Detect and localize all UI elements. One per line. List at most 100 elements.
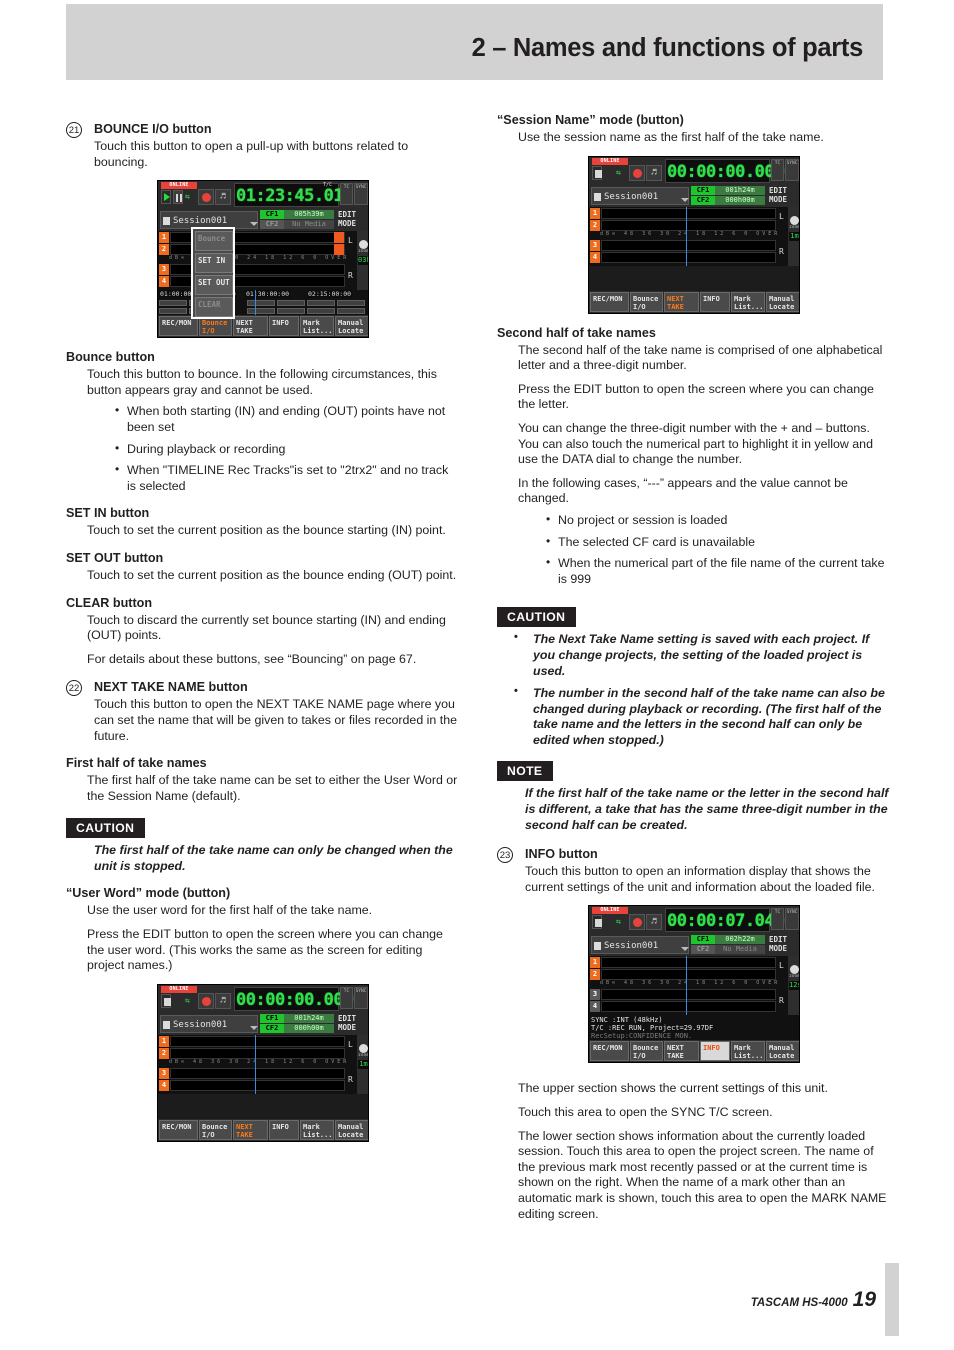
text-bounce-button-body: Touch this button to bounce. In the foll…: [87, 367, 437, 397]
meter-number: 3: [159, 1067, 169, 1079]
cf2-label: CF2: [260, 220, 284, 230]
zoom-control[interactable]: zoom 12s: [788, 956, 799, 1016]
bounce-button[interactable]: Bounce: [195, 231, 233, 252]
list-item: When the numerical part of the file name…: [546, 555, 891, 587]
text-user-word-body2: Press the EDIT button to open the screen…: [87, 927, 443, 973]
fbutton-next-take-name[interactable]: NEXT TAKE NAME: [233, 1119, 268, 1140]
sync-label: SYNC: [786, 910, 798, 916]
heading-set-in-button: SET IN button: [66, 506, 150, 521]
sync-indicator: SYNC: [354, 183, 368, 206]
meter-number: 4: [590, 1001, 600, 1013]
zoom-control[interactable]: zoom 1m: [357, 1034, 368, 1094]
session-name-field[interactable]: Session001: [591, 186, 689, 205]
meter-bar: [601, 1001, 776, 1013]
lcd-meters: 1 2 dB∞ 48 36 30 24 18 12 6 0 OVER 3 4 L…: [589, 956, 799, 1016]
meter-bar: [170, 1035, 345, 1047]
fbutton-next-take-name[interactable]: NEXT TAKE NAME: [233, 316, 268, 337]
info-upper-section[interactable]: SYNC :INT (48kHz) T/C :REC RUN, Project=…: [589, 1015, 799, 1043]
online-indicator: ONLINE: [161, 182, 197, 190]
fbutton-mark-list[interactable]: Mark List...: [300, 316, 334, 337]
meter-bar: [170, 1047, 345, 1059]
overload-indicator: [334, 232, 344, 244]
heading-clear-button: CLEAR button: [66, 595, 153, 610]
chevron-down-icon[interactable]: [681, 197, 689, 202]
online-indicator: ONLINE: [592, 907, 628, 915]
fbutton-info[interactable]: INFO: [700, 1041, 730, 1062]
meter-number: 3: [590, 989, 600, 1001]
meter-number: 2: [159, 1047, 169, 1059]
stop-icon: [592, 165, 602, 180]
loop-icon: ⇆: [185, 995, 190, 1005]
fbutton-info[interactable]: INFO: [700, 291, 730, 312]
meter-row-1: 1: [590, 207, 776, 219]
fbutton-bounce-io[interactable]: Bounce I/O: [199, 1119, 232, 1140]
meter-bar: [601, 989, 776, 1001]
fbutton-bounce-io[interactable]: Bounce I/O: [630, 1041, 663, 1062]
fbutton-next-take-name[interactable]: NEXT TAKE NAME: [664, 291, 699, 312]
monitor-icon: ♬: [646, 914, 662, 931]
cf2-line: CF2 000h00m: [691, 195, 767, 205]
fbutton-rec-mon[interactable]: REC/MON: [590, 1041, 629, 1062]
meter-bar: [601, 251, 776, 263]
time-counter[interactable]: 00:00:00.00:00: [234, 986, 368, 1011]
cf1-value: 001h24m: [715, 185, 765, 195]
meter-row-2: 2: [590, 969, 776, 981]
loop-icon: ⇆: [185, 192, 190, 202]
cf-status-box: CF1 001h24m CF2 000h00m: [691, 185, 767, 206]
fbutton-bounce-io[interactable]: Bounce I/O: [630, 291, 663, 312]
chevron-down-icon[interactable]: [250, 1025, 258, 1030]
chevron-down-icon[interactable]: [250, 222, 258, 227]
time-counter[interactable]: 00:00:00.00:00: [665, 158, 799, 183]
play-icon: [161, 190, 171, 205]
caution-bullet-list: The Next Take Name setting is saved with…: [497, 630, 891, 748]
fbutton-rec-mon[interactable]: REC/MON: [590, 291, 629, 312]
footer: TASCAM HS-4000 19: [751, 1288, 876, 1312]
meter-bar: [170, 1067, 345, 1079]
zoom-value: 1m: [789, 231, 799, 241]
session-name-field[interactable]: Session001: [160, 1014, 258, 1033]
tc-label: TC: [343, 185, 350, 191]
meter-row-2: 2: [159, 244, 345, 256]
fbutton-manual-locate[interactable]: Manual Locate: [335, 1119, 368, 1140]
sync-indicator: SYNC: [354, 986, 368, 1009]
fbutton-info[interactable]: INFO: [269, 1119, 299, 1140]
list-item: When both starting (IN) and ending (OUT)…: [115, 403, 460, 435]
zoom-control[interactable]: zoom 1m: [788, 206, 799, 266]
zoom-value: 03h: [358, 256, 368, 266]
meter-row-2: 2: [590, 219, 776, 231]
record-icon: [198, 189, 214, 206]
chevron-down-icon[interactable]: [681, 947, 689, 952]
fbutton-mark-list[interactable]: Mark List...: [300, 1119, 334, 1140]
set-in-button[interactable]: SET IN: [195, 253, 233, 274]
meter-number: 1: [590, 207, 600, 219]
meter-scale: dB∞ 48 36 30 24 18 12 6 0 OVER: [600, 230, 781, 237]
text-session-name-mode-body: Use the session name as the first half o…: [518, 130, 824, 144]
fbutton-mark-list[interactable]: Mark List...: [731, 1041, 765, 1062]
fbutton-manual-locate[interactable]: Manual Locate: [766, 1041, 799, 1062]
fbutton-manual-locate[interactable]: Manual Locate: [335, 316, 368, 337]
clear-button[interactable]: CLEAR: [195, 297, 233, 318]
meter-number: 4: [590, 251, 600, 263]
set-out-button[interactable]: SET OUT: [195, 275, 233, 296]
fbutton-rec-mon[interactable]: REC/MON: [159, 316, 198, 337]
lcd-timeline[interactable]: 01:00:00:000 01:30:00:0002:15:00:00: [158, 290, 368, 318]
playhead-icon: [686, 206, 687, 266]
heading-set-out-button: SET OUT button: [66, 550, 164, 565]
session-name-field[interactable]: Session001: [591, 936, 689, 955]
fbutton-info[interactable]: INFO: [269, 316, 299, 337]
fbutton-rec-mon[interactable]: REC/MON: [159, 1119, 198, 1140]
fbutton-bounce-io[interactable]: Bounce I/O: [199, 316, 232, 337]
fbutton-manual-locate[interactable]: Manual Locate: [766, 291, 799, 312]
bounce-popup[interactable]: Bounce SET IN SET OUT CLEAR: [191, 227, 235, 320]
zoom-control[interactable]: zoom 03h: [357, 231, 368, 291]
sync-label: SYNC: [355, 988, 367, 994]
list-number-22: 22: [66, 680, 82, 697]
fbutton-next-take-name[interactable]: NEXT TAKE NAME: [664, 1041, 699, 1062]
playhead-icon: [255, 1034, 256, 1094]
meter-scale: dB∞ 48 36 30 24 18 12 6 0 OVER: [169, 1058, 350, 1065]
fbutton-mark-list[interactable]: Mark List...: [731, 291, 765, 312]
heading-info-button: INFO button: [525, 847, 598, 862]
meter-row-1: 1: [159, 1035, 345, 1047]
time-counter[interactable]: 00:00:07.04:68: [665, 908, 799, 933]
record-icon: [198, 992, 214, 1009]
